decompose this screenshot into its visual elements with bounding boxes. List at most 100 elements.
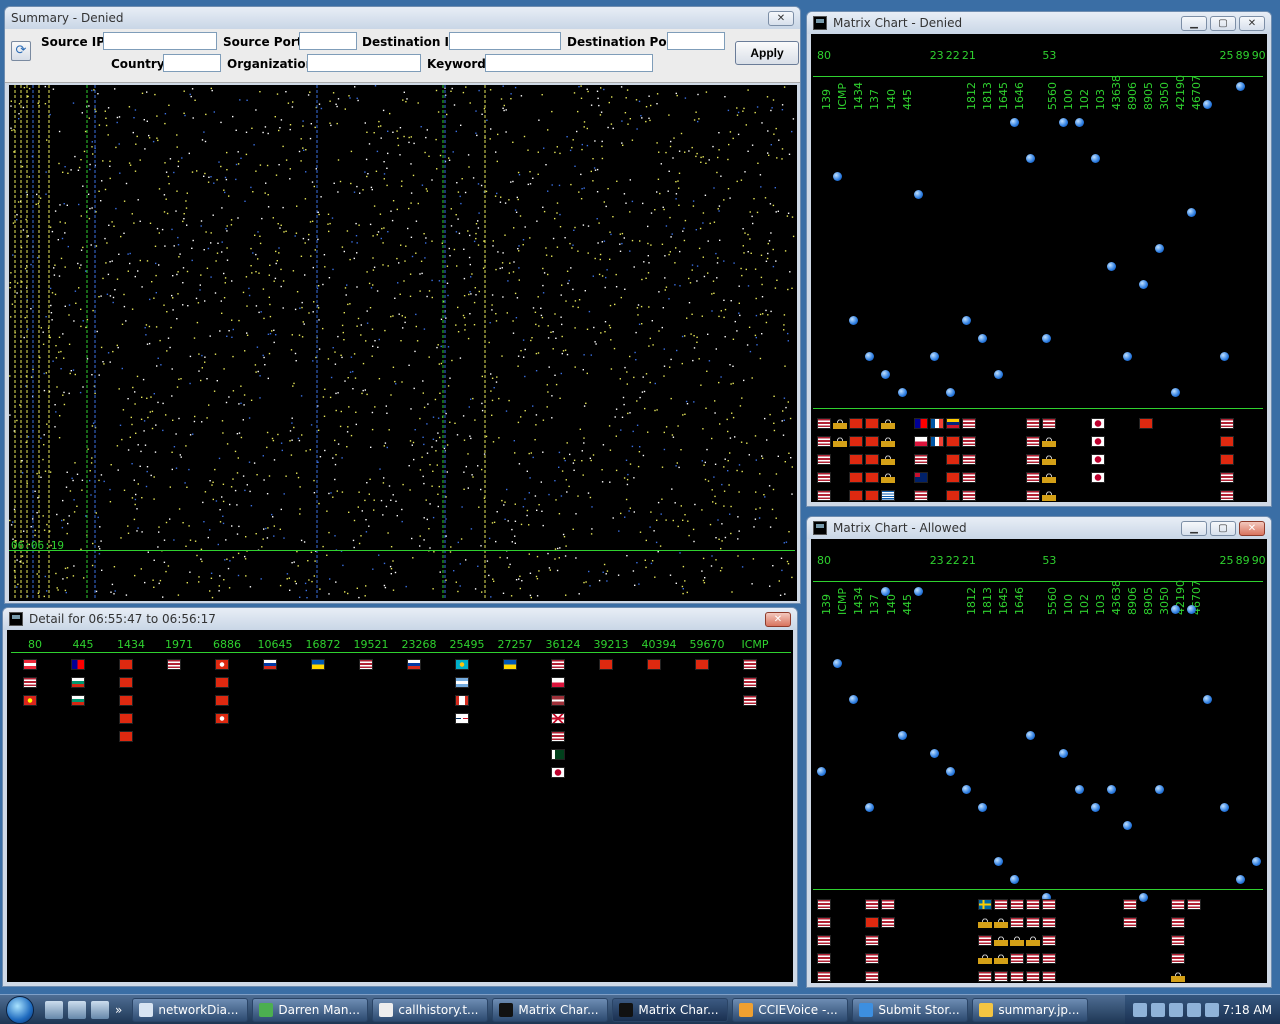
tray-mail-icon[interactable] <box>1168 1002 1183 1017</box>
close-button[interactable]: ✕ <box>768 10 794 26</box>
maximize-button[interactable]: ▢ <box>1210 15 1236 31</box>
connection-dot[interactable] <box>945 388 955 397</box>
connection-dot[interactable] <box>1026 731 1036 740</box>
tray-volume-icon[interactable] <box>1204 1002 1219 1017</box>
start-button[interactable] <box>0 995 40 1024</box>
connection-dot[interactable] <box>1042 334 1052 343</box>
organization-input[interactable] <box>307 54 421 72</box>
close-icon: ✕ <box>1247 522 1257 534</box>
connection-dot[interactable] <box>1235 82 1245 91</box>
connection-dot[interactable] <box>849 695 859 704</box>
connection-dot[interactable] <box>833 172 843 181</box>
connection-dot[interactable] <box>1090 154 1100 163</box>
connection-dot[interactable] <box>1155 785 1165 794</box>
connection-dot[interactable] <box>994 857 1004 866</box>
connection-dot[interactable] <box>817 767 826 776</box>
connection-dot[interactable] <box>897 388 907 397</box>
switch-windows-icon[interactable] <box>68 1000 86 1019</box>
connection-dot[interactable] <box>1235 875 1245 884</box>
connection-dot[interactable] <box>1074 118 1084 127</box>
country-input[interactable] <box>163 54 221 72</box>
matrix-denied-window: Matrix Chart - Denied ▁ ▢ ✕ 80 139 ICMP 143… <box>806 11 1272 507</box>
connection-dot[interactable] <box>1219 803 1229 812</box>
connection-dot[interactable] <box>1171 388 1181 397</box>
connection-dot[interactable] <box>897 731 907 740</box>
source-ip-input[interactable] <box>103 32 217 50</box>
matrix-flag-us <box>1122 917 1137 928</box>
matrix-denied-chart[interactable]: 80 139 ICMP 1434 137 140 445 23 22 21 1812 1813 1645… <box>811 34 1267 502</box>
minimize-button[interactable]: ▁ <box>1181 520 1207 536</box>
connection-dot[interactable] <box>833 659 843 668</box>
connection-dot[interactable] <box>1203 100 1213 109</box>
taskbar-item[interactable]: Submit Stor... <box>852 997 969 1022</box>
connection-dot[interactable] <box>1058 749 1068 758</box>
matrix-allowed-chart[interactable]: 80 139 ICMP 1434 137 140 445 23 22 21 1812 1813 1645… <box>811 539 1267 983</box>
connection-dot[interactable] <box>1106 262 1116 271</box>
connection-dot[interactable] <box>1187 208 1197 217</box>
connection-dot[interactable] <box>978 334 987 343</box>
taskbar-item[interactable]: networkDia... <box>132 997 249 1022</box>
destination-ip-input[interactable] <box>449 32 561 50</box>
connection-dot[interactable] <box>1219 352 1229 361</box>
taskbar-item-label: CCIEVoice -... <box>758 1002 838 1017</box>
taskbar-item[interactable]: Darren Man... <box>252 997 369 1022</box>
connection-dot[interactable] <box>913 587 923 596</box>
connection-dot[interactable] <box>881 370 891 379</box>
minimize-button[interactable]: ▁ <box>1181 15 1207 31</box>
detail-titlebar[interactable]: Detail for 06:55:47 to 06:56:17 ✕ <box>3 608 797 630</box>
connection-dot[interactable] <box>994 370 1004 379</box>
connection-dot[interactable] <box>929 352 939 361</box>
connection-dot[interactable] <box>1074 785 1084 794</box>
taskbar-item[interactable]: Matrix Char... <box>492 997 609 1022</box>
connection-dot[interactable] <box>1106 785 1116 794</box>
connection-dot[interactable] <box>1251 857 1261 866</box>
connection-dot[interactable] <box>1058 118 1068 127</box>
quicklaunch-more-icon[interactable]: » <box>115 1003 122 1017</box>
connection-dot[interactable] <box>1155 244 1165 253</box>
maximize-button[interactable]: ▢ <box>1210 520 1236 536</box>
summary-titlebar[interactable]: Summary - Denied ✕ <box>5 7 800 29</box>
detail-flag-pk <box>551 749 565 760</box>
close-button[interactable]: ✕ <box>1239 15 1265 31</box>
tray-chevron-icon[interactable] <box>1132 1002 1147 1017</box>
connection-dot[interactable] <box>849 316 859 325</box>
tray-network-icon[interactable] <box>1186 1002 1201 1017</box>
apply-button[interactable]: Apply <box>735 41 799 65</box>
connection-dot[interactable] <box>929 749 939 758</box>
taskbar-item[interactable]: callhistory.t... <box>372 997 489 1022</box>
refresh-button[interactable]: ⟳ <box>11 41 31 61</box>
connection-dot[interactable] <box>978 803 987 812</box>
matrix-flag-us <box>1026 472 1041 483</box>
keyword-input[interactable] <box>485 54 653 72</box>
connection-dot[interactable] <box>1010 875 1020 884</box>
destination-port-input[interactable] <box>667 32 725 50</box>
show-desktop-icon[interactable] <box>45 1000 63 1019</box>
connection-dot[interactable] <box>1122 821 1132 830</box>
connection-dot[interactable] <box>961 785 971 794</box>
internet-explorer-icon[interactable] <box>91 1000 109 1019</box>
matrix-flag-us <box>1026 490 1041 501</box>
connection-dot[interactable] <box>1026 154 1036 163</box>
matrix-denied-titlebar[interactable]: Matrix Chart - Denied ▁ ▢ ✕ <box>807 12 1271 34</box>
connection-dot[interactable] <box>945 767 955 776</box>
taskbar-item[interactable]: Matrix Char... <box>612 997 729 1022</box>
connection-dot[interactable] <box>961 316 971 325</box>
connection-dot[interactable] <box>1139 893 1148 902</box>
close-button[interactable]: ✕ <box>765 611 791 627</box>
connection-dot[interactable] <box>1203 695 1213 704</box>
connection-dot[interactable] <box>913 190 923 199</box>
connection-dot[interactable] <box>1090 803 1100 812</box>
connection-dot[interactable] <box>865 803 875 812</box>
taskbar-item[interactable]: CCIEVoice -... <box>732 997 849 1022</box>
close-button[interactable]: ✕ <box>1239 520 1265 536</box>
tray-messenger-icon[interactable] <box>1150 1002 1165 1017</box>
connection-dot[interactable] <box>1010 118 1020 127</box>
connection-dot[interactable] <box>1122 352 1132 361</box>
connection-dot[interactable] <box>1139 280 1148 289</box>
matrix-allowed-titlebar[interactable]: Matrix Chart - Allowed ▁ ▢ ✕ <box>807 517 1271 539</box>
taskbar-item[interactable]: summary.jp... <box>972 997 1089 1022</box>
summary-scatter-area[interactable]: 06:06:19 <box>9 85 797 601</box>
source-port-input[interactable] <box>299 32 357 50</box>
tray-clock[interactable]: 7:18 AM <box>1223 1003 1272 1017</box>
connection-dot[interactable] <box>865 352 875 361</box>
